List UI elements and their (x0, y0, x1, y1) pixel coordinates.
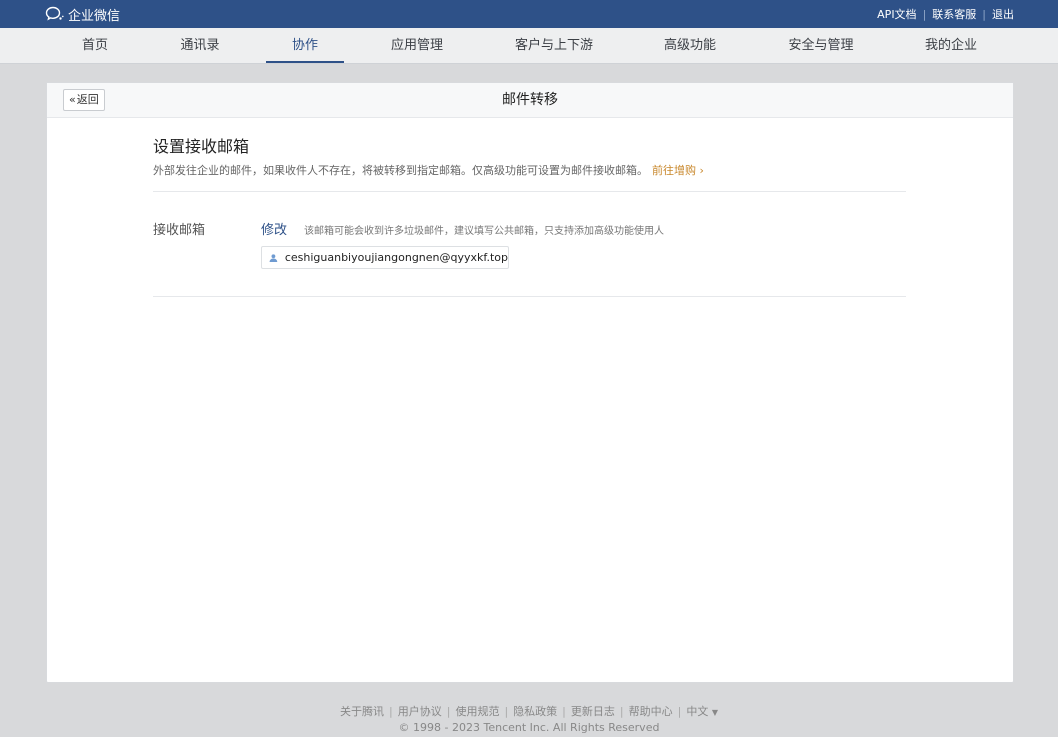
footer-link-help[interactable]: 帮助中心 (629, 705, 673, 718)
separator: | (389, 705, 393, 718)
separator: | (922, 7, 927, 21)
api-docs-link[interactable]: API文档 (877, 6, 916, 22)
footer-links: 关于腾讯 | 用户协议 | 使用规范 | 隐私政策 | 更新日志 | 帮助中心 | 中文 ▼ (0, 703, 1058, 719)
nav-item-my-company[interactable]: 我的企业 (925, 28, 977, 64)
separator: | (619, 705, 624, 718)
language-selector[interactable]: 中文 ▼ (686, 705, 718, 718)
description-text: 外部发往企业的邮件，如果收件人不存在，将被转移到指定邮箱。仅高级功能可设置为邮件… (153, 164, 648, 177)
mailbox-hint: 该邮箱可能会收到许多垃圾邮件，建议填写公共邮箱，只支持添加高级功能使用人 (304, 226, 664, 237)
separator: | (504, 705, 509, 718)
brand-logo[interactable]: 企业微信 (45, 5, 120, 24)
top-bar: 企业微信 API文档 | 联系客服 | 退出 (0, 0, 1058, 28)
language-label: 中文 (686, 705, 709, 718)
upgrade-link-label: 前往增购 (652, 164, 696, 177)
main-nav: 首页 通讯录 协作 应用管理 客户与上下游 高级功能 安全与管理 我的企业 (0, 28, 1058, 64)
top-links: API文档 | 联系客服 | 退出 (877, 6, 1014, 22)
edit-mailbox-link[interactable]: 修改 (261, 219, 287, 238)
copyright: © 1998 - 2023 Tencent Inc. All Rights Re… (398, 721, 660, 734)
section-title: 设置接收邮箱 (153, 137, 250, 156)
footer-link-privacy[interactable]: 隐私政策 (513, 705, 557, 718)
footer-link-terms[interactable]: 用户协议 (398, 705, 442, 718)
section-description: 外部发往企业的邮件，如果收件人不存在，将被转移到指定邮箱。仅高级功能可设置为邮件… (153, 162, 704, 178)
footer-link-rules[interactable]: 使用规范 (455, 705, 499, 718)
separator: | (562, 705, 566, 718)
separator: | (446, 705, 451, 718)
back-label: 返回 (76, 93, 99, 106)
separator: | (982, 7, 986, 21)
nav-item-security[interactable]: 安全与管理 (788, 28, 853, 64)
page-title: 邮件转移 (502, 92, 558, 108)
nav-item-contacts[interactable]: 通讯录 (180, 28, 219, 64)
double-chevron-left-icon: « (69, 93, 76, 106)
card-header: 邮件转移 « 返回 (47, 83, 1013, 118)
active-tab-indicator (266, 61, 344, 63)
receive-mailbox-label: 接收邮箱 (153, 223, 206, 238)
upgrade-link[interactable]: 前往增购 › (652, 164, 704, 177)
logout-link[interactable]: 退出 (992, 6, 1014, 22)
divider (153, 191, 906, 192)
nav-item-collaboration[interactable]: 协作 (292, 28, 318, 64)
mailbox-email: ceshiguanbiyoujiangongnen@qyyxkf.top (284, 251, 508, 264)
wecom-logo-icon (45, 6, 64, 21)
chevron-right-icon: › (699, 164, 704, 177)
caret-down-icon: ▼ (711, 708, 718, 717)
nav-item-app-management[interactable]: 应用管理 (391, 28, 443, 64)
nav-item-advanced[interactable]: 高级功能 (664, 28, 716, 64)
footer-link-changelog[interactable]: 更新日志 (571, 705, 615, 718)
divider (153, 296, 906, 297)
nav-item-customers[interactable]: 客户与上下游 (515, 28, 593, 64)
back-button[interactable]: « 返回 (63, 89, 105, 111)
receive-mailbox-value: ceshiguanbiyoujiangongnen@qyyxkf.top (261, 246, 509, 269)
contact-support-link[interactable]: 联系客服 (932, 6, 976, 22)
separator: | (677, 705, 682, 718)
footer-link-about[interactable]: 关于腾讯 (340, 705, 384, 718)
content-card: 邮件转移 « 返回 设置接收邮箱 外部发往企业的邮件，如果收件人不存在，将被转移… (46, 82, 1014, 683)
brand-name: 企业微信 (68, 8, 121, 24)
user-icon (269, 253, 278, 262)
nav-item-home[interactable]: 首页 (82, 28, 108, 64)
